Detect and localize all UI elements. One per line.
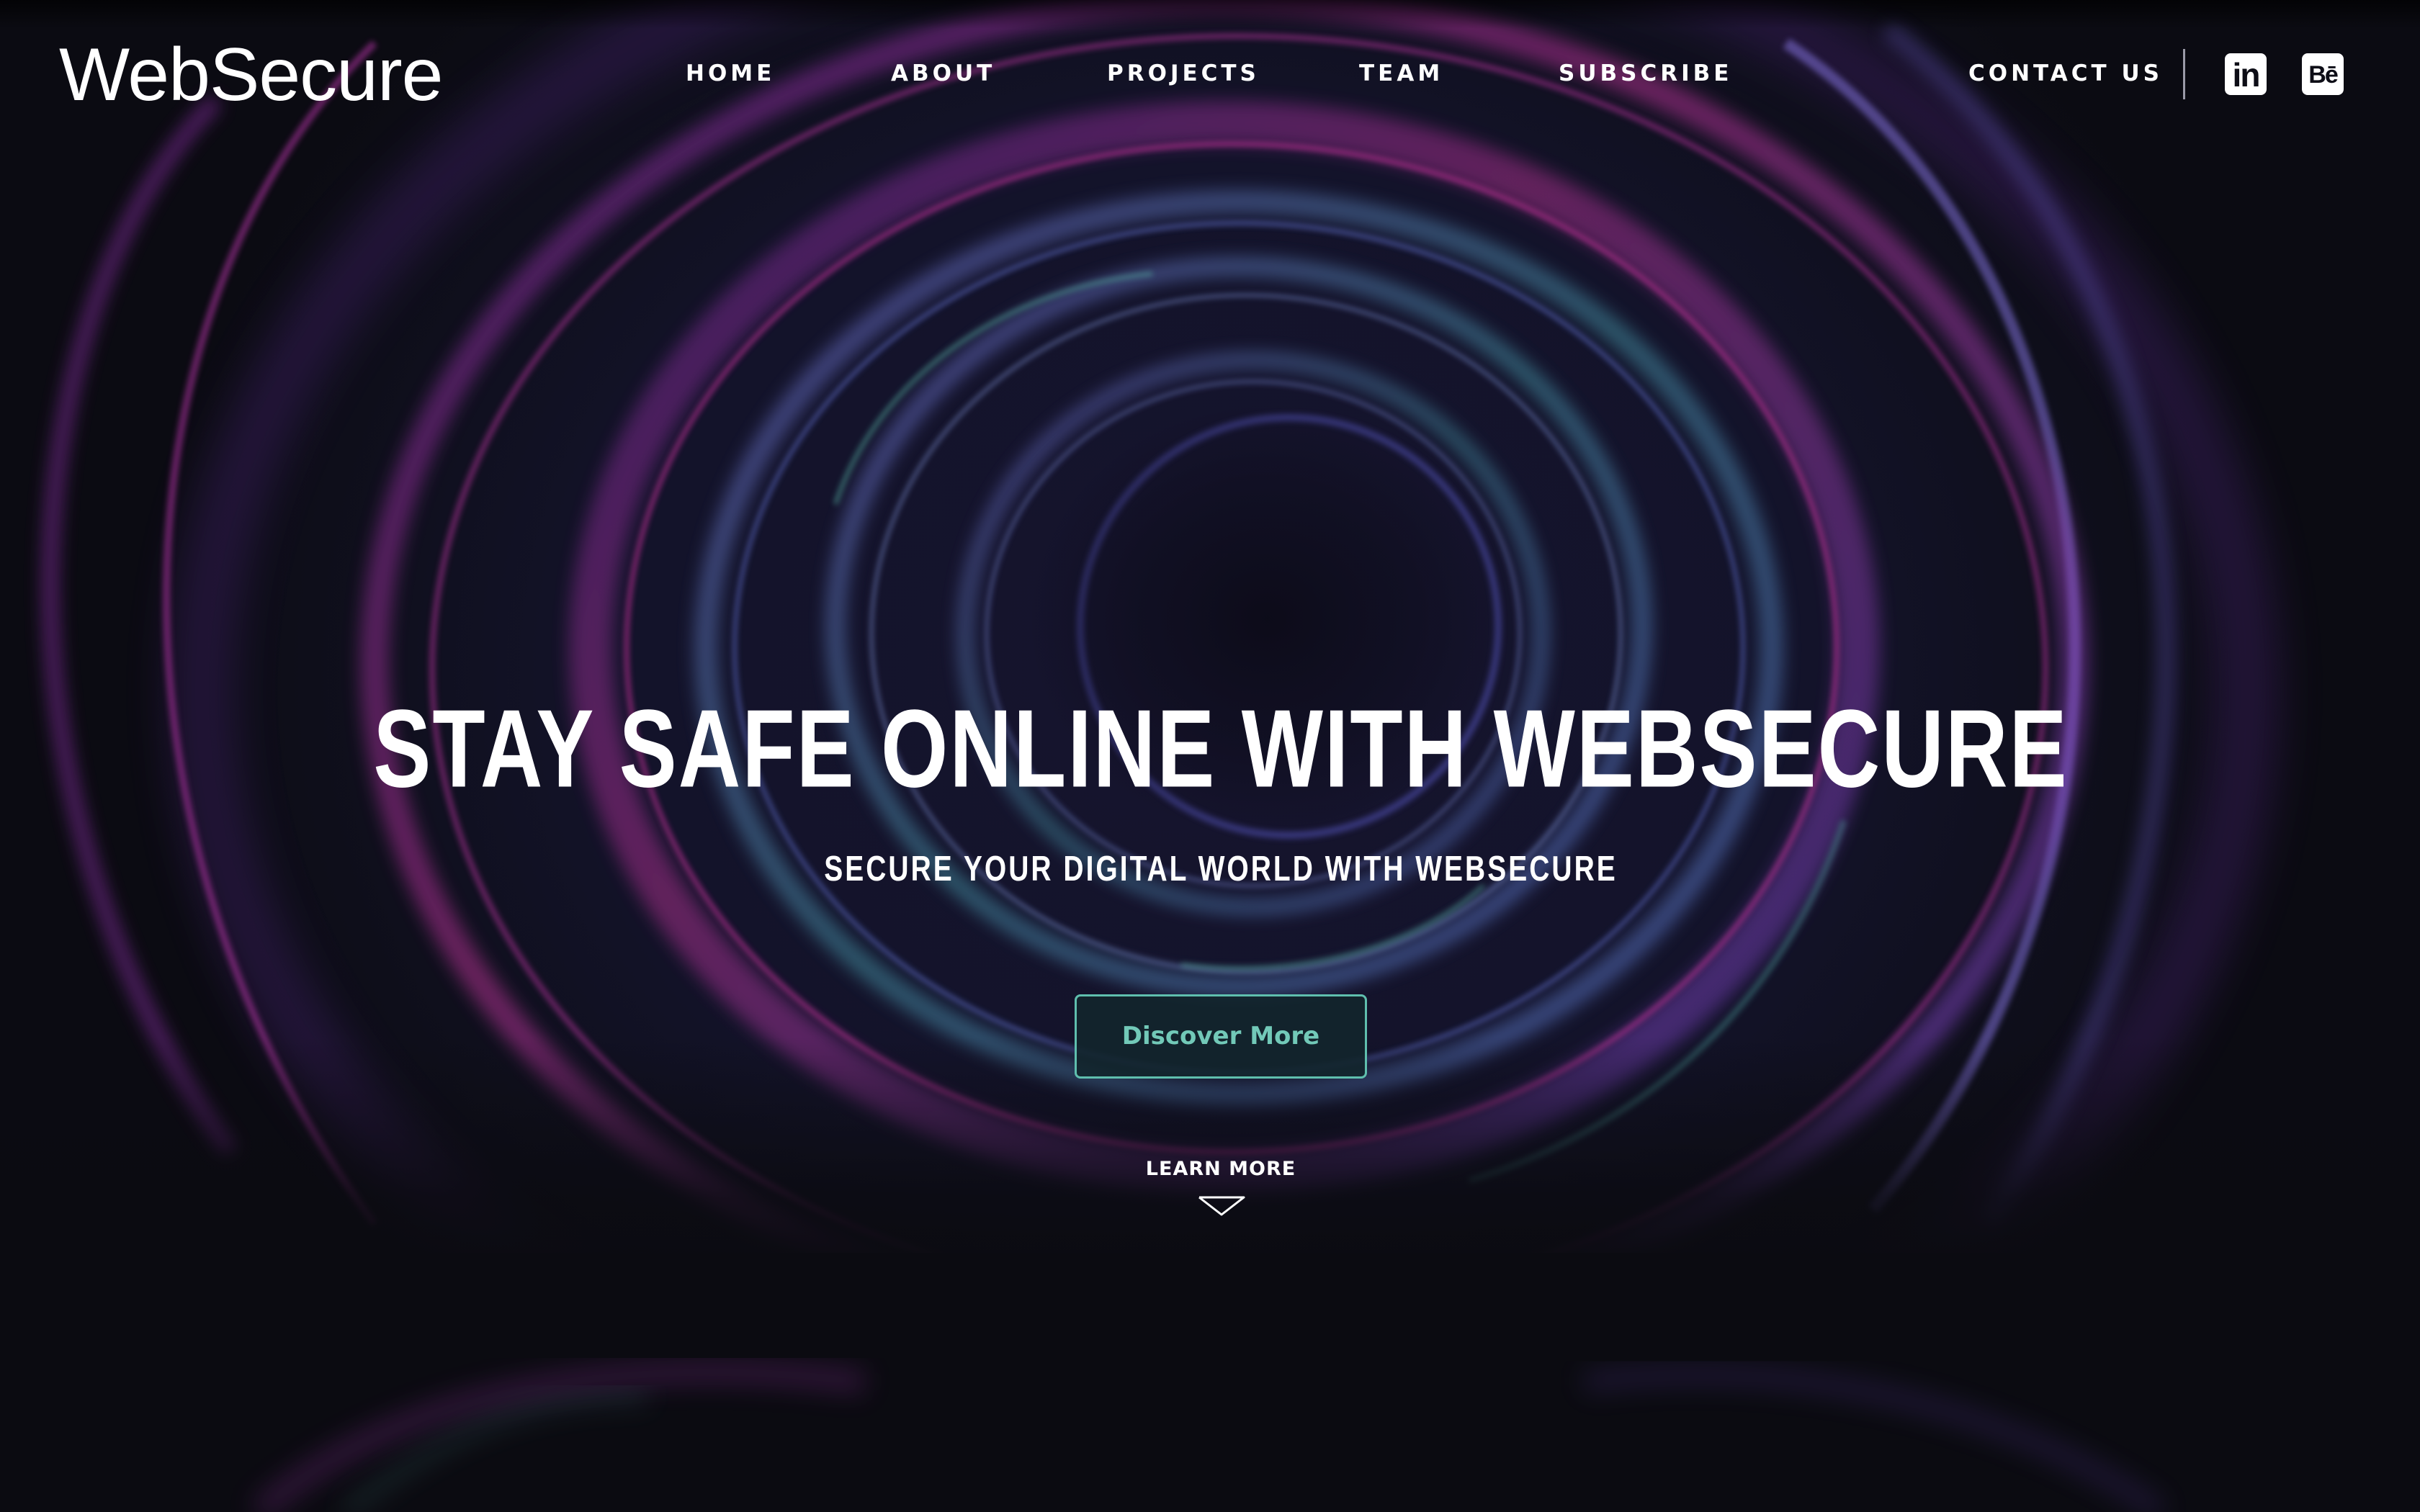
hero-title: STAY SAFE ONLINE WITH WEBSECURE (373, 687, 2069, 811)
chevron-down-icon[interactable] (1198, 1195, 1245, 1217)
bottom-ring-glow (0, 1354, 2420, 1512)
learn-more-link[interactable]: LEARN MORE (1073, 1155, 1368, 1184)
nav-subscribe[interactable]: SUBSCRIBE (1559, 58, 1732, 89)
behance-icon[interactable]: Bē (2302, 53, 2344, 95)
logo[interactable]: WebSecure (59, 32, 443, 118)
nav-divider (2183, 49, 2185, 99)
nav-about[interactable]: ABOUT (891, 58, 995, 89)
nav-home[interactable]: HOME (686, 58, 775, 89)
site-header: WebSecure HOME ABOUT PROJECTS TEAM SUBSC… (0, 0, 2420, 151)
nav-team[interactable]: TEAM (1359, 58, 1443, 89)
discover-more-button[interactable]: Discover More (1075, 994, 1367, 1079)
hero-subtitle: SECURE YOUR DIGITAL WORLD WITH WEBSECURE (824, 850, 1618, 889)
nav-contact-us[interactable]: CONTACT US (1968, 58, 2163, 89)
page: WebSecure HOME ABOUT PROJECTS TEAM SUBSC… (0, 0, 2420, 1512)
linkedin-icon[interactable]: in (2225, 53, 2267, 95)
nav-projects[interactable]: PROJECTS (1107, 58, 1260, 89)
